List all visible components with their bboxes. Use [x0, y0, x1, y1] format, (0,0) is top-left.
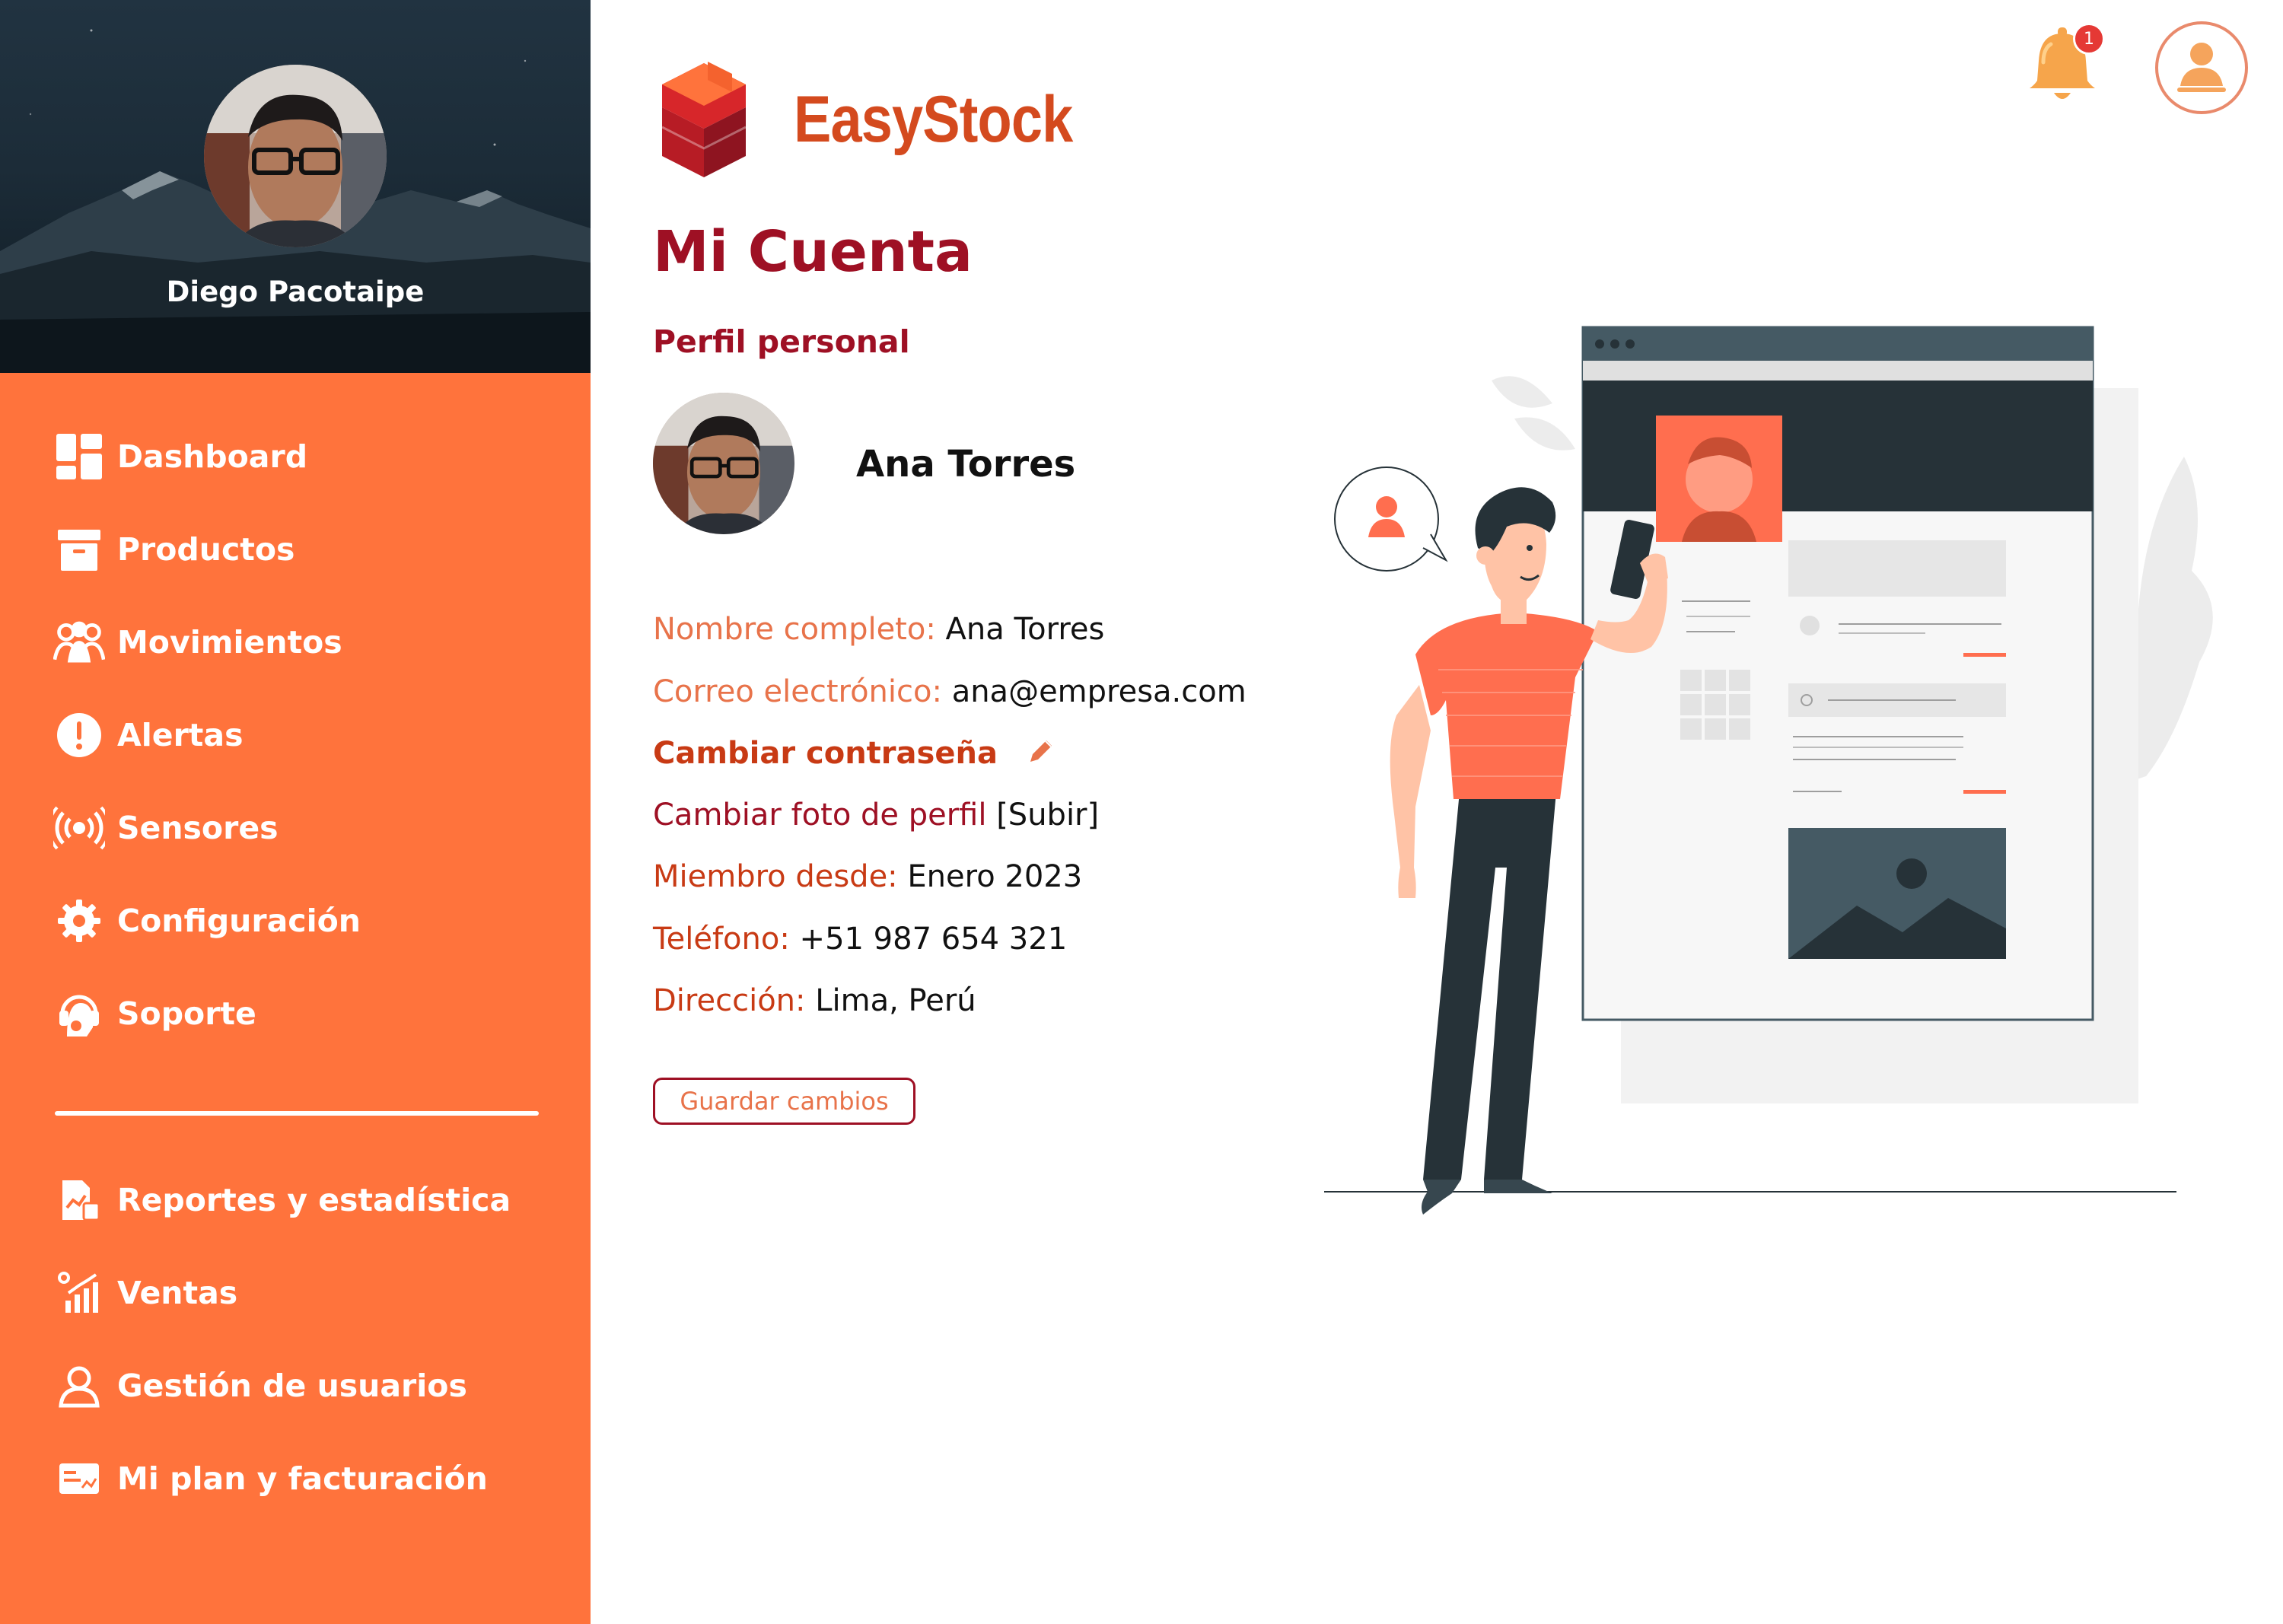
sidebar-item-plan-facturacion[interactable]: Mi plan y facturación — [53, 1448, 488, 1509]
address-label: Dirección: — [653, 983, 806, 1018]
sidebar-item-label: Movimientos — [117, 624, 342, 661]
sidebar-item-gestion-usuarios[interactable]: Gestión de usuarios — [53, 1355, 467, 1416]
phone-value: +51 987 654 321 — [799, 922, 1068, 957]
page-title: Mi Cuenta — [653, 219, 973, 285]
report-icon — [53, 1174, 105, 1226]
change-password-row: Cambiar contraseña — [653, 736, 1056, 774]
sidebar-item-alertas[interactable]: Alertas — [53, 705, 243, 766]
support-icon — [53, 988, 105, 1040]
notification-badge: 1 — [2073, 23, 2105, 55]
member-since-value: Enero 2023 — [907, 859, 1083, 894]
sidebar-item-configuracion[interactable]: Configuración — [53, 890, 361, 951]
sidebar-item-label: Reportes y estadística — [117, 1182, 511, 1218]
sidebar-item-productos[interactable]: Productos — [53, 519, 295, 580]
sidebar-item-label: Soporte — [117, 995, 256, 1032]
user-icon — [2177, 43, 2226, 92]
sidebar-item-sensores[interactable]: Sensores — [53, 798, 279, 858]
alert-icon — [53, 709, 105, 761]
sidebar-item-label: Ventas — [117, 1275, 238, 1311]
upload-link[interactable]: [Subir] — [996, 798, 1099, 833]
sales-icon — [53, 1267, 105, 1319]
brand-name: EasyStock — [794, 83, 1073, 156]
email-label: Correo electrónico: — [653, 674, 942, 709]
sidebar-divider — [55, 1111, 539, 1116]
users-group-icon — [53, 616, 105, 668]
sidebar-item-label: Productos — [117, 531, 295, 568]
full-name-value: Ana Torres — [945, 612, 1105, 647]
address-value: Lima, Perú — [815, 983, 976, 1018]
box-icon — [53, 524, 105, 575]
gear-icon — [53, 895, 105, 947]
billing-icon — [53, 1453, 105, 1505]
email-row: Correo electrónico: ana@empresa.com — [653, 674, 1247, 709]
profile-header: Diego Pacotaipe — [0, 0, 591, 373]
user-management-icon — [53, 1360, 105, 1412]
sensor-icon — [53, 802, 105, 854]
sidebar-item-label: Gestión de usuarios — [117, 1368, 467, 1404]
pencil-icon[interactable] — [1026, 736, 1056, 774]
user-menu-button[interactable] — [2155, 21, 2248, 114]
sidebar-item-movimientos[interactable]: Movimientos — [53, 612, 342, 673]
sidebar-item-ventas[interactable]: Ventas — [53, 1263, 237, 1323]
change-password-link[interactable]: Cambiar contraseña — [653, 736, 998, 771]
sidebar-item-label: Configuración — [117, 903, 361, 939]
change-photo-link[interactable]: Cambiar foto de perfil — [653, 798, 986, 833]
sidebar-user-name: Diego Pacotaipe — [166, 275, 425, 308]
profile-avatar[interactable] — [653, 393, 794, 534]
full-name-row: Nombre completo: Ana Torres — [653, 612, 1104, 647]
sidebar-item-label: Mi plan y facturación — [117, 1460, 488, 1497]
sidebar-item-soporte[interactable]: Soporte — [53, 983, 256, 1044]
sidebar-avatar[interactable] — [204, 65, 387, 247]
sidebar-item-label: Alertas — [117, 717, 244, 753]
phone-label: Teléfono: — [653, 922, 790, 957]
member-since-row: Miembro desde: Enero 2023 — [653, 859, 1082, 894]
sidebar-item-label: Sensores — [117, 810, 279, 846]
sidebar-item-label: Dashboard — [117, 438, 308, 475]
easystock-logo[interactable] — [654, 57, 753, 183]
sidebar-item-dashboard[interactable]: Dashboard — [53, 426, 307, 487]
save-changes-button[interactable]: Guardar cambios — [653, 1078, 915, 1125]
section-title: Perfil personal — [653, 323, 910, 360]
change-photo-row: Cambiar foto de perfil [Subir] — [653, 798, 1099, 833]
phone-row: Teléfono: +51 987 654 321 — [653, 922, 1067, 957]
address-row: Dirección: Lima, Perú — [653, 983, 976, 1018]
email-value: ana@empresa.com — [951, 674, 1247, 709]
dashboard-icon — [53, 431, 105, 482]
member-since-label: Miembro desde: — [653, 859, 898, 894]
sidebar: Diego Pacotaipe Dashboard Productos Movi… — [0, 0, 591, 1624]
profile-illustration — [1324, 320, 2222, 1233]
profile-name: Ana Torres — [856, 443, 1076, 486]
full-name-label: Nombre completo: — [653, 612, 936, 647]
sidebar-item-reportes[interactable]: Reportes y estadística — [53, 1170, 511, 1231]
